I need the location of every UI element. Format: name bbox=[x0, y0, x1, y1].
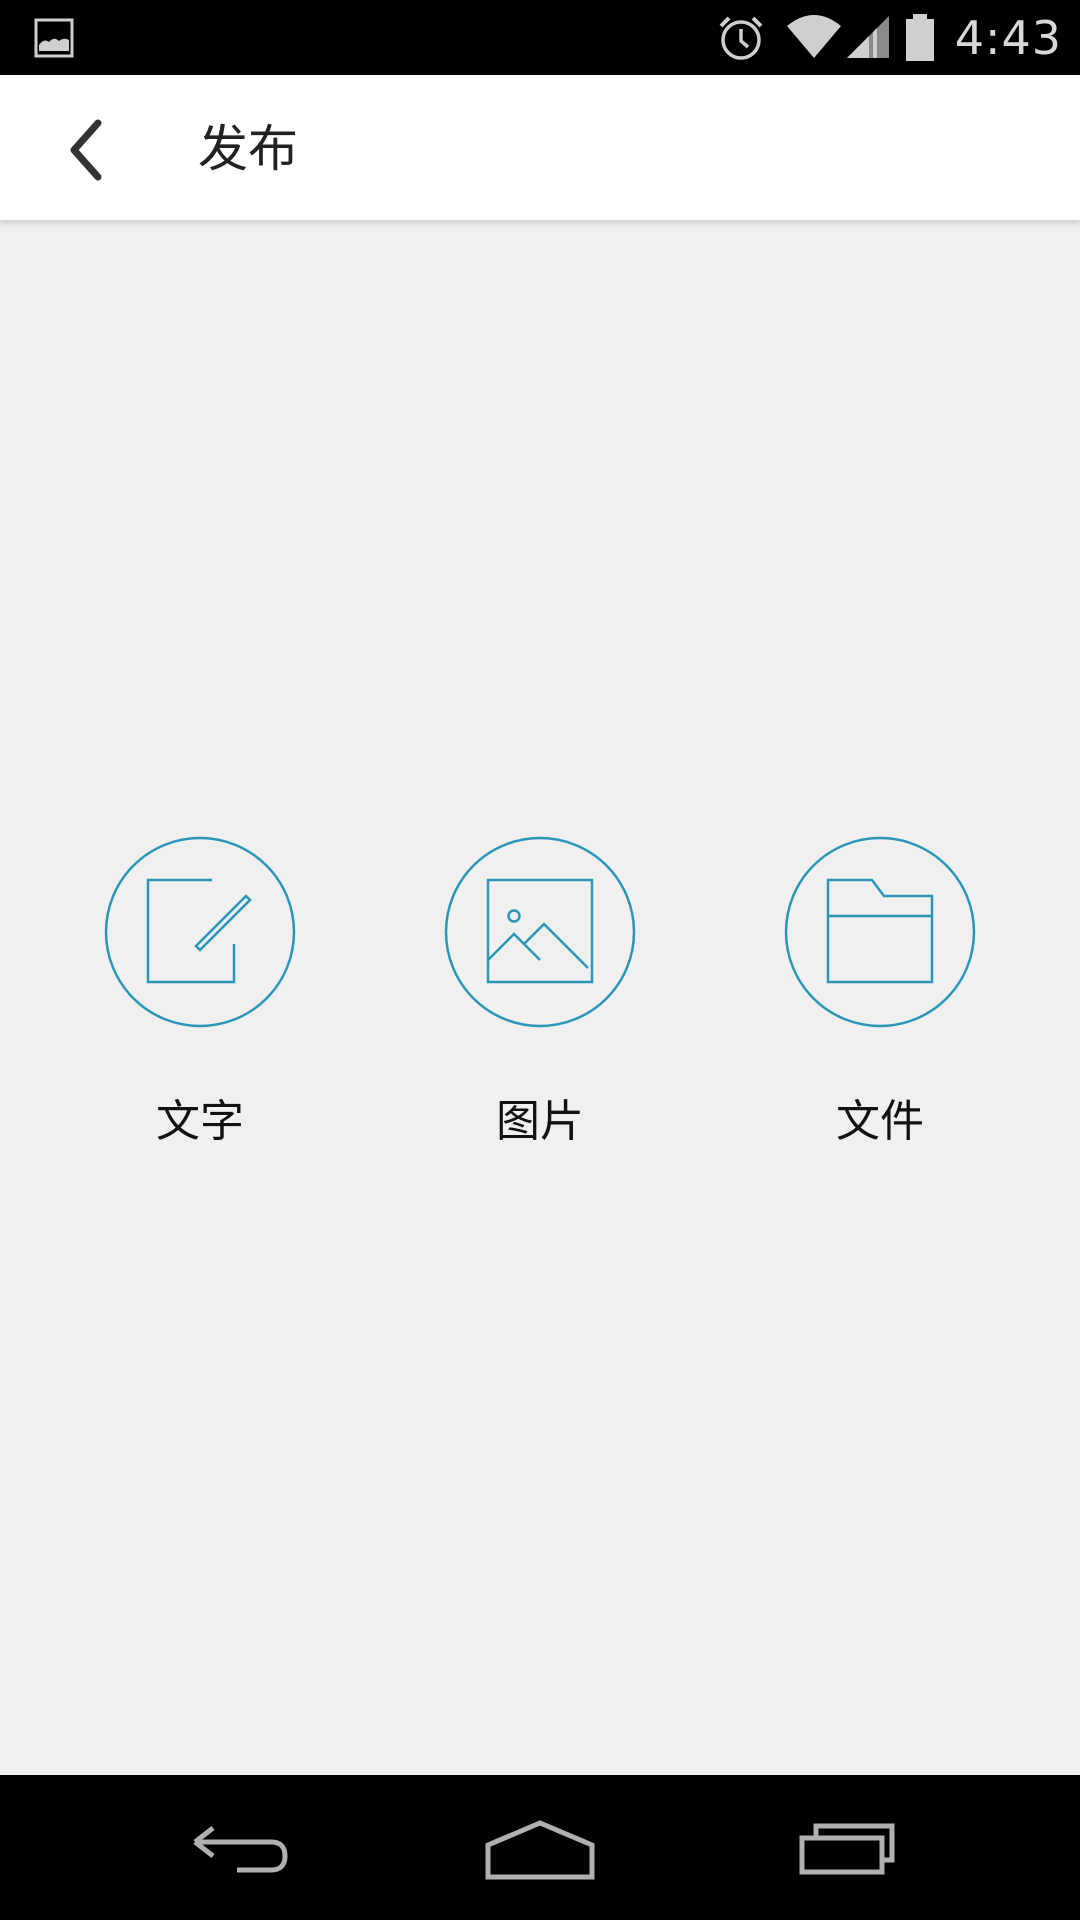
text-option-label: 文字 bbox=[156, 1096, 244, 1147]
image-option-label: 图片 bbox=[496, 1096, 584, 1147]
status-icons: 4:43 bbox=[715, 0, 1080, 75]
image-notification-icon bbox=[34, 18, 74, 58]
file-option-label: 文件 bbox=[836, 1096, 924, 1147]
file-option[interactable]: 文件 bbox=[760, 836, 1000, 1176]
screen: 4:43 发布 文字 图片 文件 bbox=[0, 0, 1080, 1920]
nav-back-button[interactable] bbox=[170, 1805, 310, 1895]
text-option[interactable]: 文字 bbox=[80, 836, 320, 1176]
chevron-left-icon bbox=[70, 119, 102, 181]
navigation-bar bbox=[0, 1775, 1080, 1920]
home-nav-icon bbox=[485, 1820, 595, 1880]
nav-home-button[interactable] bbox=[470, 1805, 610, 1895]
page-title: 发布 bbox=[198, 120, 298, 178]
battery-icon bbox=[905, 13, 934, 61]
recents-nav-icon bbox=[799, 1823, 895, 1875]
nav-recents-button[interactable] bbox=[775, 1805, 915, 1895]
image-option[interactable]: 图片 bbox=[420, 836, 660, 1176]
alarm-icon bbox=[719, 16, 763, 60]
cellular-signal-icon bbox=[846, 15, 889, 58]
back-button[interactable] bbox=[40, 105, 130, 195]
back-nav-icon bbox=[193, 1826, 288, 1873]
status-time: 4:43 bbox=[954, 10, 1062, 65]
edit-icon bbox=[104, 836, 296, 1028]
image-icon bbox=[444, 836, 636, 1028]
app-bar: 发布 bbox=[0, 75, 1080, 220]
folder-icon bbox=[784, 836, 976, 1028]
wifi-icon bbox=[786, 14, 841, 58]
publish-options: 文字 图片 文件 bbox=[0, 836, 1080, 1176]
status-bar: 4:43 bbox=[0, 0, 1080, 75]
